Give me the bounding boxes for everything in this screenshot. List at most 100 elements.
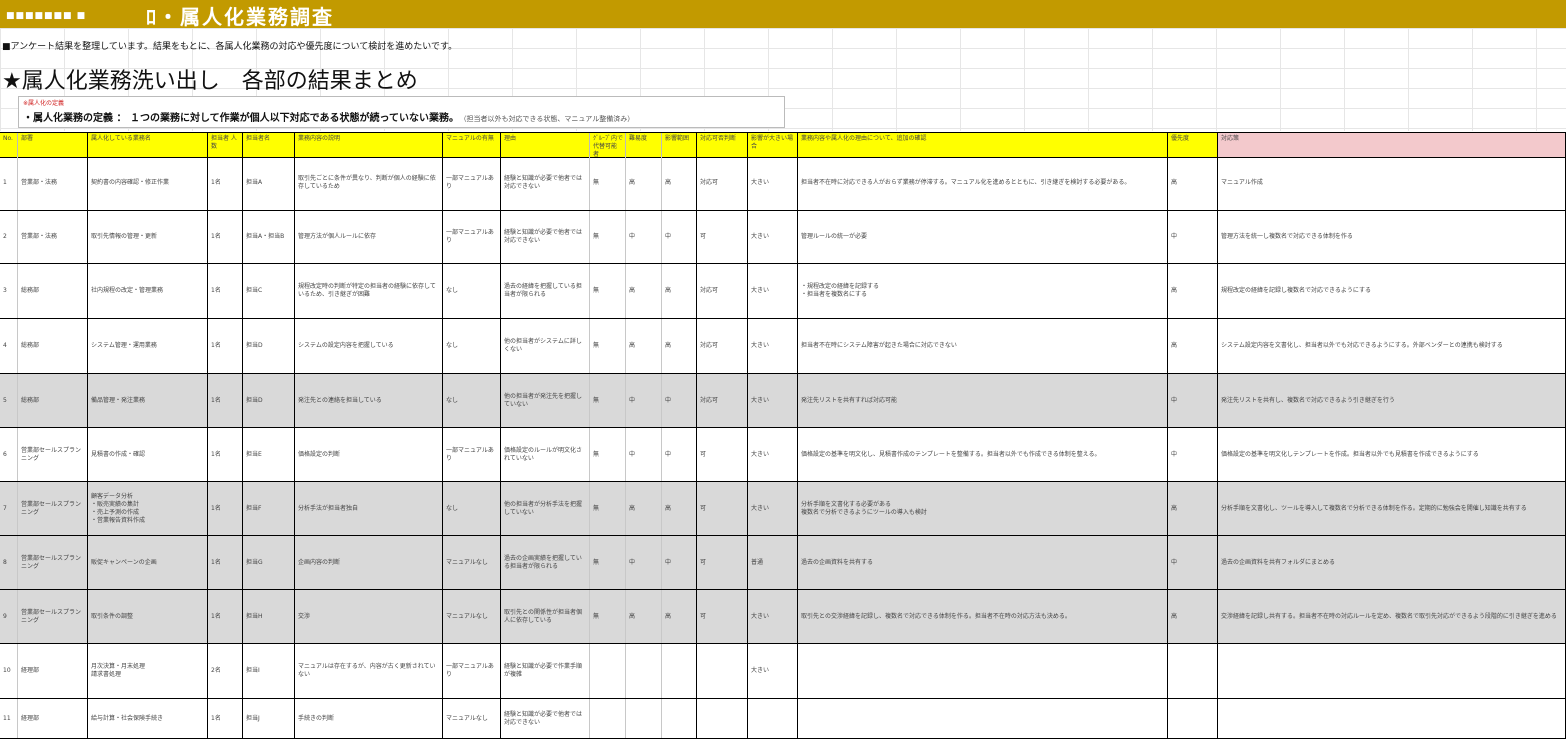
cell-count[interactable]: 1名: [208, 211, 243, 263]
cell-reason[interactable]: 他の担当者が発注先を把握していない: [501, 374, 590, 427]
cell-task[interactable]: 契約書の内容確認・修正作業: [88, 156, 208, 210]
cell-diff[interactable]: [626, 699, 662, 738]
cell-priority[interactable]: [1168, 644, 1218, 698]
cell-action[interactable]: 分析手順を文書化し、ツールを導入して複数名で分析できる体制を作る。定期的に勉強会…: [1218, 482, 1566, 535]
cell-count[interactable]: 1名: [208, 156, 243, 210]
cell-no[interactable]: 3: [0, 264, 18, 318]
cell-note[interactable]: ・規程改定の経緯を記録する ・担当者を複数名にする: [798, 264, 1168, 318]
cell-no[interactable]: 11: [0, 699, 18, 738]
cell-owner[interactable]: 担当F: [243, 482, 295, 535]
cell-note[interactable]: 発注先リストを共有すれば対応可能: [798, 374, 1168, 427]
cell-reason[interactable]: 経験と知識が必要で他者では対応できない: [501, 699, 590, 738]
cell-no[interactable]: 2: [0, 211, 18, 263]
cell-diff[interactable]: 高: [626, 156, 662, 210]
cell-impact[interactable]: 高: [662, 156, 697, 210]
cell-desc[interactable]: 企画内容の判断: [295, 536, 443, 589]
cell-task[interactable]: 備品管理・発注業務: [88, 374, 208, 427]
cell-action[interactable]: 管理方法を統一し複数名で対応できる体制を作る: [1218, 211, 1566, 263]
cell-task[interactable]: 月次決算・月末処理 請求書処理: [88, 644, 208, 698]
cell-alt[interactable]: 無: [590, 264, 626, 318]
cell-dept[interactable]: 営業部セールスプランニング: [18, 482, 88, 535]
cell-diff[interactable]: [626, 644, 662, 698]
cell-big[interactable]: [748, 699, 798, 738]
cell-reason[interactable]: 経験と知識が必要で作業手順が複雑: [501, 644, 590, 698]
cell-impact[interactable]: 高: [662, 264, 697, 318]
cell-alt[interactable]: 無: [590, 211, 626, 263]
cell-owner[interactable]: 担当A・担当B: [243, 211, 295, 263]
cell-big[interactable]: 大きい: [748, 374, 798, 427]
cell-manual[interactable]: なし: [443, 264, 501, 318]
cell-owner[interactable]: 担当C: [243, 264, 295, 318]
cell-count[interactable]: 1名: [208, 264, 243, 318]
cell-desc[interactable]: 発注先との連絡を担当している: [295, 374, 443, 427]
cell-judge[interactable]: 可: [697, 482, 748, 535]
cell-judge[interactable]: [697, 644, 748, 698]
cell-owner[interactable]: 担当H: [243, 590, 295, 643]
cell-diff[interactable]: 高: [626, 590, 662, 643]
cell-alt[interactable]: 無: [590, 482, 626, 535]
header-cell[interactable]: マニュアルの有無: [443, 133, 501, 157]
cell-alt[interactable]: 無: [590, 536, 626, 589]
cell-count[interactable]: 1名: [208, 428, 243, 481]
cell-no[interactable]: 1: [0, 156, 18, 210]
cell-owner[interactable]: 担当D: [243, 319, 295, 373]
cell-manual[interactable]: なし: [443, 319, 501, 373]
cell-action[interactable]: マニュアル作成: [1218, 156, 1566, 210]
cell-big[interactable]: 大きい: [748, 482, 798, 535]
cell-manual[interactable]: 一部マニュアルあり: [443, 211, 501, 263]
cell-impact[interactable]: 中: [662, 374, 697, 427]
cell-note[interactable]: 価格設定の基準を明文化し、見積書作成のテンプレートを整備する。担当者以外でも作成…: [798, 428, 1168, 481]
cell-judge[interactable]: 可: [697, 590, 748, 643]
cell-diff[interactable]: 中: [626, 374, 662, 427]
cell-owner[interactable]: 担当J: [243, 699, 295, 738]
header-cell[interactable]: 影響が大きい場合: [748, 133, 798, 157]
cell-dept[interactable]: 総務部: [18, 319, 88, 373]
cell-reason[interactable]: 過去の経緯を把握している担当者が限られる: [501, 264, 590, 318]
cell-reason[interactable]: 経験と知識が必要で他者では対応できない: [501, 156, 590, 210]
cell-owner[interactable]: 担当A: [243, 156, 295, 210]
cell-note[interactable]: [798, 644, 1168, 698]
header-cell[interactable]: 理由: [501, 133, 590, 157]
cell-task[interactable]: 顧客データ分析 ・販売実績の集計 ・売上予測の作成 ・営業報告資料作成: [88, 482, 208, 535]
cell-no[interactable]: 7: [0, 482, 18, 535]
cell-desc[interactable]: 手続きの判断: [295, 699, 443, 738]
cell-task[interactable]: 見積書の作成・確認: [88, 428, 208, 481]
cell-desc[interactable]: 管理方法が個人ルールに依存: [295, 211, 443, 263]
cell-note[interactable]: 管理ルールの統一が必要: [798, 211, 1168, 263]
cell-dept[interactable]: 営業部・法務: [18, 211, 88, 263]
cell-manual[interactable]: マニュアルなし: [443, 699, 501, 738]
cell-judge[interactable]: [697, 699, 748, 738]
cell-alt[interactable]: 無: [590, 428, 626, 481]
cell-owner[interactable]: 担当I: [243, 644, 295, 698]
cell-desc[interactable]: 分析手法が担当者独自: [295, 482, 443, 535]
cell-priority[interactable]: [1168, 699, 1218, 738]
cell-no[interactable]: 4: [0, 319, 18, 373]
cell-impact[interactable]: 中: [662, 428, 697, 481]
cell-big[interactable]: 普通: [748, 536, 798, 589]
cell-count[interactable]: 1名: [208, 536, 243, 589]
cell-alt[interactable]: [590, 699, 626, 738]
cell-priority[interactable]: 中: [1168, 536, 1218, 589]
header-cell[interactable]: 部署: [18, 133, 88, 157]
cell-reason[interactable]: 価格設定のルールが明文化されていない: [501, 428, 590, 481]
cell-dept[interactable]: 経理部: [18, 699, 88, 738]
header-cell[interactable]: 属人化している業務名: [88, 133, 208, 157]
cell-action[interactable]: システム設定内容を文書化し、担当者以外でも対応できるようにする。外部ベンダーとの…: [1218, 319, 1566, 373]
cell-impact[interactable]: [662, 699, 697, 738]
cell-count[interactable]: 1名: [208, 699, 243, 738]
cell-task[interactable]: 取引条件の調整: [88, 590, 208, 643]
cell-impact[interactable]: 高: [662, 482, 697, 535]
cell-diff[interactable]: 中: [626, 428, 662, 481]
cell-judge[interactable]: 対応可: [697, 156, 748, 210]
cell-judge[interactable]: 可: [697, 428, 748, 481]
cell-note[interactable]: 分析手順を文書化する必要がある 複数名で分析できるようにツールの導入も検討: [798, 482, 1168, 535]
cell-note[interactable]: [798, 699, 1168, 738]
cell-impact[interactable]: [662, 644, 697, 698]
header-cell[interactable]: 対応策: [1218, 133, 1566, 157]
cell-desc[interactable]: 取引先ごとに条件が異なり、判断が個人の経験に依存しているため: [295, 156, 443, 210]
cell-priority[interactable]: 中: [1168, 211, 1218, 263]
cell-task[interactable]: 取引先情報の管理・更新: [88, 211, 208, 263]
cell-note[interactable]: 担当者不在時に対応できる人がおらず業務が停滞する。マニュアル化を進めるとともに、…: [798, 156, 1168, 210]
cell-desc[interactable]: 価格設定の判断: [295, 428, 443, 481]
cell-judge[interactable]: 対応可: [697, 319, 748, 373]
